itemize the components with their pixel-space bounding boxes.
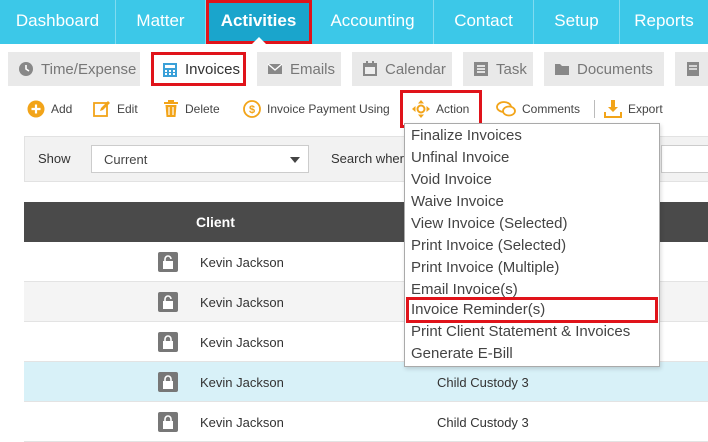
calendar-icon [362,61,378,77]
menu-item-print-invoice-multiple[interactable]: Print Invoice (Multiple) [411,257,559,279]
menu-item-waive-invoice[interactable]: Waive Invoice [411,191,504,213]
move-arrows-icon [412,100,430,118]
lock-icon[interactable] [158,372,178,392]
export-button[interactable]: Export [604,92,663,126]
comments-button[interactable]: Comments [496,92,580,126]
client-cell: Kevin Jackson [200,255,284,270]
toolbar-divider [594,100,595,118]
tab-label: Time/Expense [41,60,137,78]
top-nav: Dashboard Matter Activities Accounting C… [0,0,708,44]
nav-setup[interactable]: Setup [534,0,620,44]
lock-icon[interactable] [158,332,178,352]
nav-activities[interactable]: Activities [206,0,312,44]
menu-item-print-client-statement[interactable]: Print Client Statement & Invoices [411,321,630,343]
tab-time-expense[interactable]: Time/Expense [8,52,140,86]
delete-label: Delete [185,102,220,116]
invoice-payment-button[interactable]: $ Invoice Payment Using [243,92,390,126]
envelope-icon [267,61,283,77]
nav-matter[interactable]: Matter [116,0,206,44]
delete-button[interactable]: Delete [163,92,220,126]
add-label: Add [51,102,73,116]
tab-calendar[interactable]: Calendar [352,52,452,86]
action-menu: Finalize Invoices Unfinal Invoice Void I… [404,123,660,367]
tab-emails[interactable]: Emails [257,52,341,86]
action-label: Action [436,102,470,116]
client-cell: Kevin Jackson [200,375,284,390]
menu-item-generate-ebill[interactable]: Generate E-Bill [411,343,513,365]
plus-circle-icon [27,100,45,118]
nav-accounting[interactable]: Accounting [312,0,434,44]
note-icon [685,61,701,77]
show-select[interactable]: Current [91,145,309,173]
trash-icon [163,100,179,118]
search-input[interactable] [661,145,708,173]
tab-label: Invoices [185,61,241,78]
clock-icon [18,61,34,77]
table-row[interactable]: Kevin Jackson Child Custody 3 [24,362,708,402]
matter-cell: Child Custody 3 [437,375,529,390]
edit-button[interactable]: Edit [93,92,138,126]
matter-cell: Child Custody 3 [437,415,529,430]
menu-item-void-invoice[interactable]: Void Invoice [411,169,492,191]
caret-down-icon [290,157,300,163]
lock-icon[interactable] [158,412,178,432]
task-icon [473,61,489,77]
menu-item-invoice-reminders[interactable]: Invoice Reminder(s) [411,299,545,321]
tab-label: Emails [290,60,336,78]
unlocked-icon[interactable] [158,292,178,312]
tab-task[interactable]: Task [463,52,533,86]
tab-invoices[interactable]: Invoices [151,52,246,86]
column-header-client[interactable]: Client [196,214,235,230]
svg-text:$: $ [249,104,255,116]
export-label: Export [628,102,663,116]
table-row[interactable]: Kevin Jackson Child Custody 3 [24,402,708,442]
invoice-payment-label: Invoice Payment Using [267,102,390,116]
nav-contact[interactable]: Contact [434,0,534,44]
tab-label: Documents [577,60,653,78]
comments-label: Comments [522,102,581,116]
tab-label: Calendar [385,60,446,78]
menu-item-view-invoice-selected[interactable]: View Invoice (Selected) [411,213,567,235]
nav-dashboard[interactable]: Dashboard [0,0,116,44]
chat-bubbles-icon [496,100,516,118]
unlocked-icon[interactable] [158,252,178,272]
menu-item-unfinal-invoice[interactable]: Unfinal Invoice [411,147,509,169]
tab-documents[interactable]: Documents [544,52,664,86]
pencil-icon [93,100,111,118]
tab-label: Task [496,60,527,78]
search-where-label: Search wher [331,151,404,166]
menu-item-finalize-invoices[interactable]: Finalize Invoices [411,125,522,147]
folder-icon [554,61,570,77]
nav-reports[interactable]: Reports [620,0,708,44]
menu-item-print-invoice-selected[interactable]: Print Invoice (Selected) [411,235,566,257]
show-select-value: Current [104,152,148,167]
download-icon [604,100,622,118]
client-cell: Kevin Jackson [200,335,284,350]
toolbar: Add Edit Delete $ Invoice Payment Using … [0,90,708,128]
client-cell: Kevin Jackson [200,415,284,430]
tab-notes[interactable]: N [675,52,708,86]
add-button[interactable]: Add [27,92,72,126]
dollar-circle-icon: $ [243,100,261,118]
calculator-icon [162,62,178,78]
show-label: Show [38,151,71,166]
activity-tabs: Time/Expense Invoices Emails Calendar Ta… [0,48,708,88]
edit-label: Edit [117,102,138,116]
client-cell: Kevin Jackson [200,295,284,310]
